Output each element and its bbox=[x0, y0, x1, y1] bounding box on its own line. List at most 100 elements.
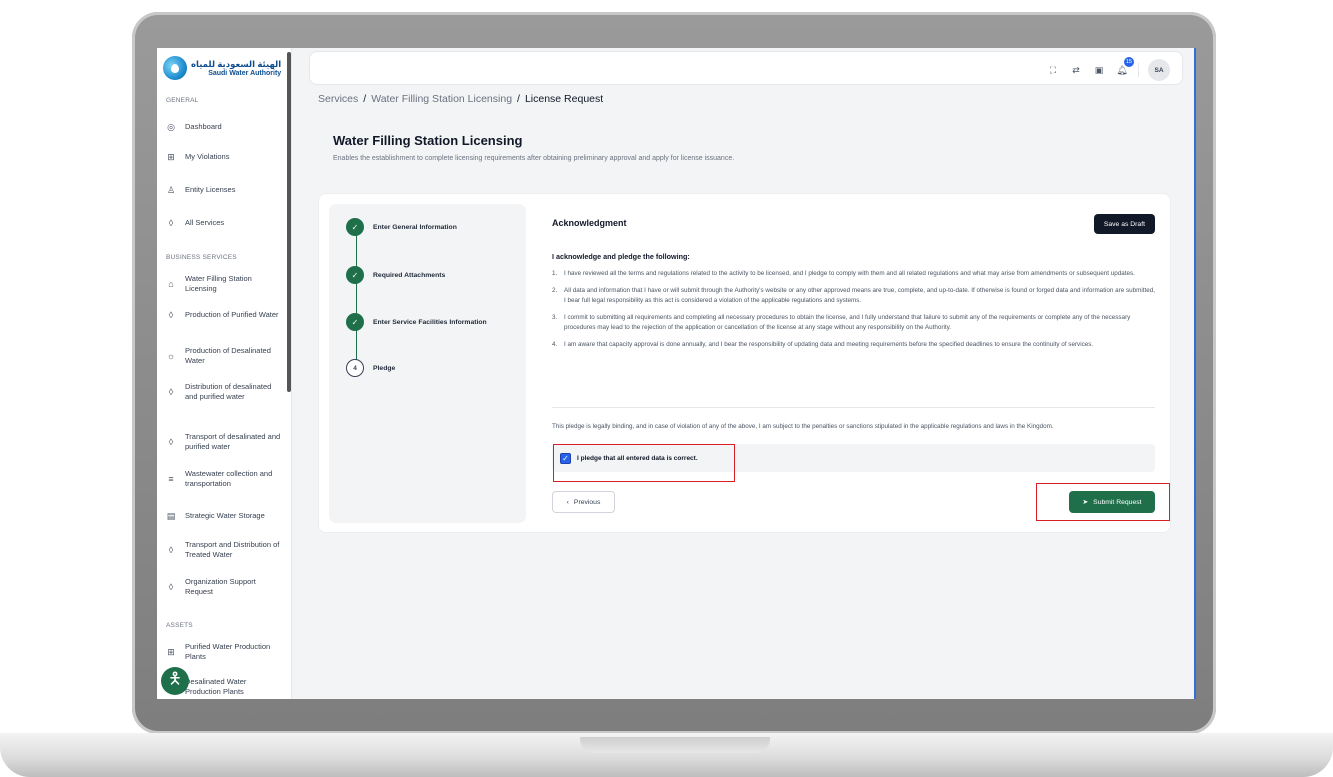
breadcrumb-separator: / bbox=[517, 93, 520, 105]
sidebar-item-label: Entity Licenses bbox=[185, 185, 236, 194]
logo-arabic-text: الهيئة السعودية للمياه bbox=[191, 58, 282, 69]
top-bar: ⛶ ⇄ ▣ 🔔︎ 15 SA bbox=[309, 51, 1183, 85]
terms-list: 1. I have reviewed all the terms and reg… bbox=[552, 269, 1155, 357]
sidebar-item-label: Dashboard bbox=[185, 122, 222, 131]
term-text: I have reviewed all the terms and regula… bbox=[564, 270, 1135, 277]
term-text: All data and information that I have or … bbox=[564, 287, 1155, 304]
sidebar-item-distribution[interactable]: ◊ Distribution of desalinated and purifi… bbox=[166, 382, 284, 402]
section-title-business-services: BUSINESS SERVICES bbox=[166, 254, 237, 261]
sidebar-item-label: Wastewater collection and transportation bbox=[185, 469, 273, 488]
sun-icon: ☼ bbox=[166, 351, 176, 361]
page-subtitle: Enables the establishment to complete li… bbox=[333, 155, 735, 162]
term-number: 2. bbox=[552, 287, 558, 294]
laptop-notch bbox=[580, 737, 770, 753]
save-as-draft-button[interactable]: Save as Draft bbox=[1093, 214, 1155, 234]
chevron-left-icon: ‹ bbox=[566, 498, 569, 506]
check-icon: ✓ bbox=[346, 218, 364, 236]
avatar[interactable]: SA bbox=[1148, 59, 1170, 81]
sidebar-item-label: Desalinated Water Production Plants bbox=[185, 677, 247, 696]
step-label: Enter Service Facilities Information bbox=[373, 318, 487, 326]
logo[interactable]: الهيئة السعودية للمياه Saudi Water Autho… bbox=[163, 52, 283, 84]
sidebar-item-label: My Violations bbox=[185, 152, 230, 161]
highlight-box-submit bbox=[1036, 483, 1170, 521]
license-request-card: ✓ Enter General Information ✓ Required A… bbox=[318, 193, 1171, 533]
highlight-box-checkbox bbox=[553, 444, 735, 482]
sidebar-item-transport[interactable]: ◊ Transport of desalinated and purified … bbox=[166, 432, 284, 452]
list-item: 4. I am aware that capacity approval is … bbox=[552, 340, 1155, 350]
sidebar-item-label: Production of Purified Water bbox=[185, 310, 279, 319]
term-number: 3. bbox=[552, 314, 558, 321]
pledge-title: I acknowledge and pledge the following: bbox=[552, 252, 690, 261]
sidebar-item-label: Strategic Water Storage bbox=[185, 511, 265, 520]
sidebar-item-strategic-storage[interactable]: ▤ Strategic Water Storage bbox=[166, 511, 284, 521]
drop-icon: ◊ bbox=[168, 310, 174, 320]
notification-bell-icon[interactable]: 🔔︎ 15 bbox=[1115, 57, 1134, 77]
sidebar-item-purified-water[interactable]: ◊ Production of Purified Water bbox=[166, 310, 284, 320]
drop-icon: ◊ bbox=[168, 582, 174, 592]
grid-icon: ⊞ bbox=[167, 152, 175, 162]
sidebar-item-my-violations[interactable]: ⊞ My Violations bbox=[166, 152, 284, 162]
sidebar-item-wastewater[interactable]: ≡ Wastewater collection and transportati… bbox=[166, 469, 284, 489]
term-number: 1. bbox=[552, 270, 558, 277]
drop-icon: ◊ bbox=[168, 387, 174, 397]
sidebar-item-water-filling-station[interactable]: ⌂ Water Filling Station Licensing bbox=[166, 274, 284, 294]
sidebar-item-entity-licenses[interactable]: ♙ Entity Licenses bbox=[166, 185, 284, 195]
pipes-icon: ≡ bbox=[168, 474, 174, 484]
breadcrumb-separator: / bbox=[363, 93, 367, 105]
step-label: Pledge bbox=[373, 364, 396, 372]
sidebar-item-label: Purified Water Production Plants bbox=[185, 642, 271, 661]
term-number: 4. bbox=[552, 341, 558, 348]
translate-icon[interactable]: ⇄ bbox=[1069, 63, 1083, 77]
logo-english-text: Saudi Water Authority bbox=[208, 69, 282, 77]
accessibility-icon: 🯅 bbox=[167, 670, 183, 688]
drop-icon: ◊ bbox=[168, 437, 174, 447]
sidebar-item-label: Production of Desalinated Water bbox=[185, 346, 271, 365]
sidebar-item-label: Transport of desalinated and purified wa… bbox=[185, 432, 281, 451]
sidebar-item-label: Organization Support Request bbox=[185, 577, 256, 596]
step-required-attachments[interactable]: ✓ Required Attachments bbox=[346, 266, 445, 284]
sidebar-item-organization-support[interactable]: ◊ Organization Support Request bbox=[166, 577, 284, 597]
sidebar-item-dashboard[interactable]: ◎ Dashboard bbox=[166, 122, 284, 132]
list-item: 2. All data and information that I have … bbox=[552, 286, 1155, 306]
list-item: 1. I have reviewed all the terms and reg… bbox=[552, 269, 1155, 279]
app-screen: الهيئة السعودية للمياه Saudi Water Autho… bbox=[157, 48, 1196, 699]
fullscreen-icon[interactable]: ⛶ bbox=[1046, 63, 1060, 77]
breadcrumb-services[interactable]: Services bbox=[318, 93, 358, 105]
accessibility-button[interactable]: 🯅 bbox=[161, 667, 189, 695]
previous-label: Previous bbox=[573, 498, 601, 506]
binding-statement: This pledge is legally binding, and in c… bbox=[552, 423, 1054, 430]
step-pledge[interactable]: 4 Pledge bbox=[346, 359, 395, 377]
sidebar-item-label: Distribution of desalinated and purified… bbox=[185, 382, 272, 401]
sidebar-item-purified-plants[interactable]: ⊞ Purified Water Production Plants bbox=[166, 642, 284, 662]
term-text: I am aware that capacity approval is don… bbox=[564, 341, 1094, 348]
sidebar-scrollbar[interactable] bbox=[287, 52, 291, 392]
step-service-facilities[interactable]: ✓ Enter Service Facilities Information bbox=[346, 313, 487, 331]
drop-icon: ◊ bbox=[168, 218, 174, 228]
storage-icon: ▤ bbox=[166, 511, 176, 521]
list-item: 3. I commit to submitting all requiremen… bbox=[552, 313, 1155, 333]
table-icon: ⊞ bbox=[167, 647, 175, 657]
user-icon: ♙ bbox=[166, 185, 176, 195]
page-title: Water Filling Station Licensing bbox=[333, 133, 523, 148]
step-label: Enter General Information bbox=[373, 223, 457, 231]
breadcrumb-licensing[interactable]: Water Filling Station Licensing bbox=[371, 93, 512, 105]
check-icon: ✓ bbox=[346, 313, 364, 331]
check-icon: ✓ bbox=[346, 266, 364, 284]
station-icon: ⌂ bbox=[168, 279, 174, 289]
step-number: 4 bbox=[346, 359, 364, 377]
term-text: I commit to submitting all requirements … bbox=[564, 314, 1131, 331]
divider bbox=[1138, 63, 1139, 77]
section-title-general: GENERAL bbox=[166, 97, 199, 104]
sidebar-item-label: Water Filling Station Licensing bbox=[185, 274, 252, 293]
clipboard-icon[interactable]: ▣ bbox=[1092, 63, 1106, 77]
sidebar-item-treated-water[interactable]: ◊ Transport and Distribution of Treated … bbox=[166, 540, 284, 560]
sidebar-item-label: All Services bbox=[185, 218, 225, 227]
sidebar-item-all-services[interactable]: ◊ All Services bbox=[166, 218, 284, 228]
breadcrumb: Services / Water Filling Station Licensi… bbox=[318, 93, 603, 105]
gauge-icon: ◎ bbox=[167, 122, 175, 132]
sidebar-item-desalinated-water[interactable]: ☼ Production of Desalinated Water bbox=[166, 346, 284, 366]
stepper: ✓ Enter General Information ✓ Required A… bbox=[329, 204, 526, 523]
step-general-information[interactable]: ✓ Enter General Information bbox=[346, 218, 457, 236]
previous-button[interactable]: ‹ Previous bbox=[552, 491, 615, 513]
breadcrumb-current: License Request bbox=[524, 93, 604, 105]
